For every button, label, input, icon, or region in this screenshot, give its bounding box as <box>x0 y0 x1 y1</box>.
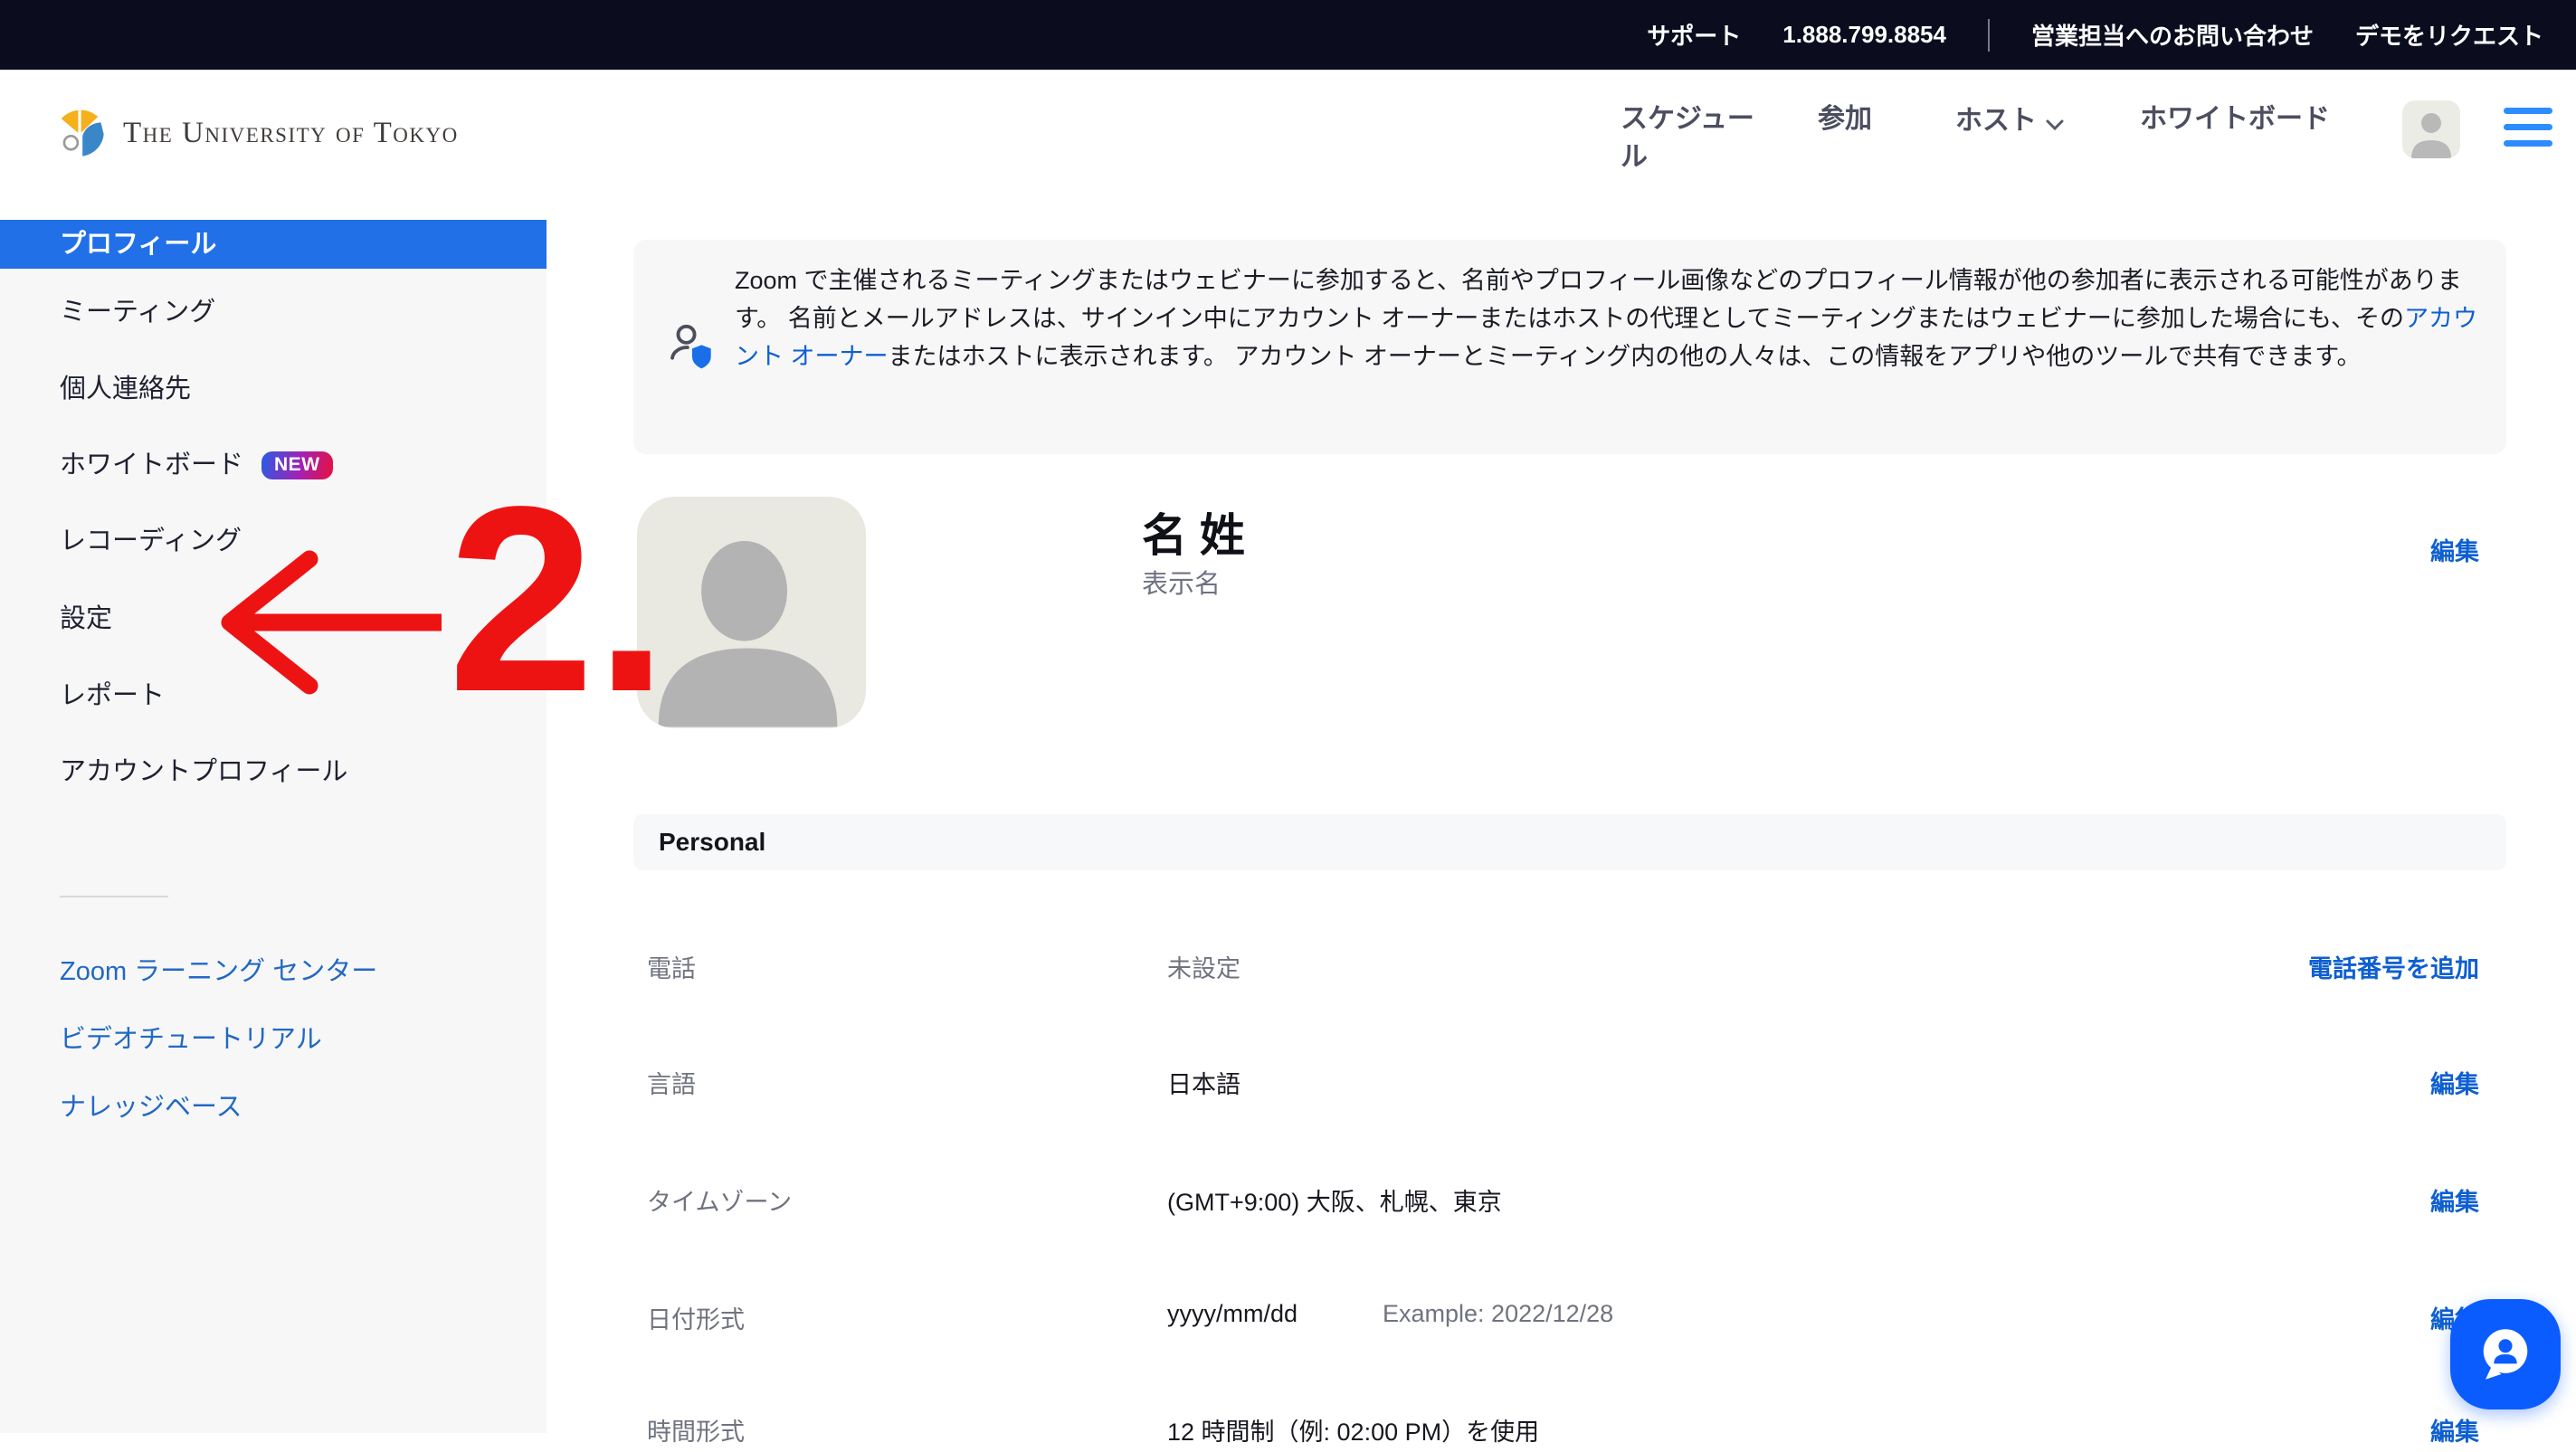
edit-time-format-button[interactable]: 編集 <box>2430 1412 2479 1447</box>
help-chat-button[interactable] <box>2450 1299 2561 1409</box>
row-value: (GMT+9:00) 大阪、札幌、東京 <box>1167 1182 1502 1218</box>
topbar: サポート 1.888.799.8854 営業担当へのお問い合わせ デモをリクエス… <box>0 0 2576 70</box>
nav-schedule[interactable]: スケジュール <box>1621 100 1758 176</box>
nav-join[interactable]: 参加 <box>1818 100 1872 138</box>
notice-text-after: またはホストに表示されます。 アカウント オーナーとミーティング内の他の人々は、… <box>889 343 2362 370</box>
row-label: 言語 <box>647 1065 696 1100</box>
table-row-timezone: タイムゾーン (GMT+9:00) 大阪、札幌、東京 編集 <box>633 1182 2506 1222</box>
ginkgo-logo-icon <box>51 102 109 165</box>
sidebar-item-recordings[interactable]: レコーディング <box>60 523 242 559</box>
table-row-phone: 電話 未設定 電話番号を追加 <box>633 949 2506 989</box>
table-row-time-format: 時間形式 12 時間制（例: 02:00 PM）を使用 編集 <box>633 1412 2506 1452</box>
sidebar-item-contacts[interactable]: 個人連絡先 <box>60 371 191 407</box>
nav-host-label: ホスト <box>1955 102 2037 140</box>
person-icon <box>2402 100 2460 158</box>
row-value: 日本語 <box>1167 1065 1240 1100</box>
nav-host[interactable]: ホスト <box>1955 100 2064 142</box>
sidebar-item-whiteboard[interactable]: ホワイトボード NEW <box>60 447 333 483</box>
request-demo-link[interactable]: デモをリクエスト <box>2355 18 2543 52</box>
sidebar-item-reports[interactable]: レポート <box>60 678 165 714</box>
logo-text: The University of Tokyo <box>123 117 459 150</box>
sidebar-item-label: ホワイトボード <box>60 451 243 479</box>
sidebar-divider <box>60 896 168 897</box>
person-shield-icon <box>664 319 720 380</box>
university-logo[interactable]: The University of Tokyo <box>51 102 459 165</box>
sidebar-link-learning-center[interactable]: Zoom ラーニング センター <box>60 954 377 990</box>
profile-name: 名 姓 <box>1142 499 1245 565</box>
edit-language-button[interactable]: 編集 <box>2430 1065 2479 1100</box>
person-icon <box>637 497 866 728</box>
row-value: 未設定 <box>1167 949 1240 984</box>
add-phone-button[interactable]: 電話番号を追加 <box>2308 949 2479 984</box>
support-phone[interactable]: 1.888.799.8854 <box>1782 21 1946 49</box>
row-label: 時間形式 <box>647 1412 745 1447</box>
personal-section-header: Personal <box>633 814 2506 870</box>
row-value: 12 時間制（例: 02:00 PM）を使用 <box>1167 1412 1539 1447</box>
row-label: タイムゾーン <box>647 1182 792 1218</box>
privacy-notice-text: Zoom で主催されるミーティングまたはウェビナーに参加すると、名前やプロフィー… <box>735 261 2483 375</box>
edit-timezone-button[interactable]: 編集 <box>2430 1182 2479 1218</box>
date-format-example: Example: 2022/12/28 <box>1383 1300 1613 1328</box>
sidebar-link-video-tutorials[interactable]: ビデオチュートリアル <box>60 1021 322 1058</box>
header-avatar[interactable] <box>2402 100 2460 158</box>
nav-whiteboard[interactable]: ホワイトボード <box>2140 100 2330 138</box>
contact-sales-link[interactable]: 営業担当へのお問い合わせ <box>2031 18 2314 52</box>
chat-person-icon <box>2472 1321 2539 1388</box>
profile-edit-button[interactable]: 編集 <box>2430 532 2479 567</box>
new-badge: NEW <box>261 451 333 479</box>
table-row-language: 言語 日本語 編集 <box>633 1065 2506 1105</box>
sidebar-item-meetings[interactable]: ミーティング <box>60 294 215 330</box>
support-link[interactable]: サポート <box>1647 18 1741 52</box>
header: The University of Tokyo スケジュール 参加 ホスト ホワ… <box>0 70 2576 220</box>
hamburger-menu-icon[interactable] <box>2504 108 2552 147</box>
topbar-divider <box>1988 19 1990 52</box>
sidebar: プロフィール ミーティング 個人連絡先 ホワイトボード NEW レコーディング 設… <box>0 220 547 1433</box>
profile-display-name: 表示名 <box>1142 563 1221 601</box>
row-label: 日付形式 <box>647 1300 745 1335</box>
notice-text-before: Zoom で主催されるミーティングまたはウェビナーに参加すると、名前やプロフィー… <box>735 267 2462 332</box>
sidebar-item-label: プロフィール <box>60 230 216 259</box>
privacy-notice: Zoom で主催されるミーティングまたはウェビナーに参加すると、名前やプロフィー… <box>633 240 2506 454</box>
sidebar-item-profile[interactable]: プロフィール <box>0 220 547 269</box>
profile-avatar[interactable] <box>637 497 866 728</box>
row-label: 電話 <box>647 949 696 984</box>
table-row-date-format: 日付形式 yyyy/mm/dd Example: 2022/12/28 編集 <box>633 1300 2506 1340</box>
chevron-down-icon <box>2046 104 2064 142</box>
row-value: yyyy/mm/dd <box>1167 1300 1298 1328</box>
sidebar-link-knowledge-base[interactable]: ナレッジベース <box>60 1089 242 1125</box>
main-nav: スケジュール 参加 ホスト ホワイトボード <box>1621 100 2552 176</box>
sidebar-item-settings[interactable]: 設定 <box>60 601 112 637</box>
sidebar-item-account-profile[interactable]: アカウントプロフィール <box>60 754 347 790</box>
